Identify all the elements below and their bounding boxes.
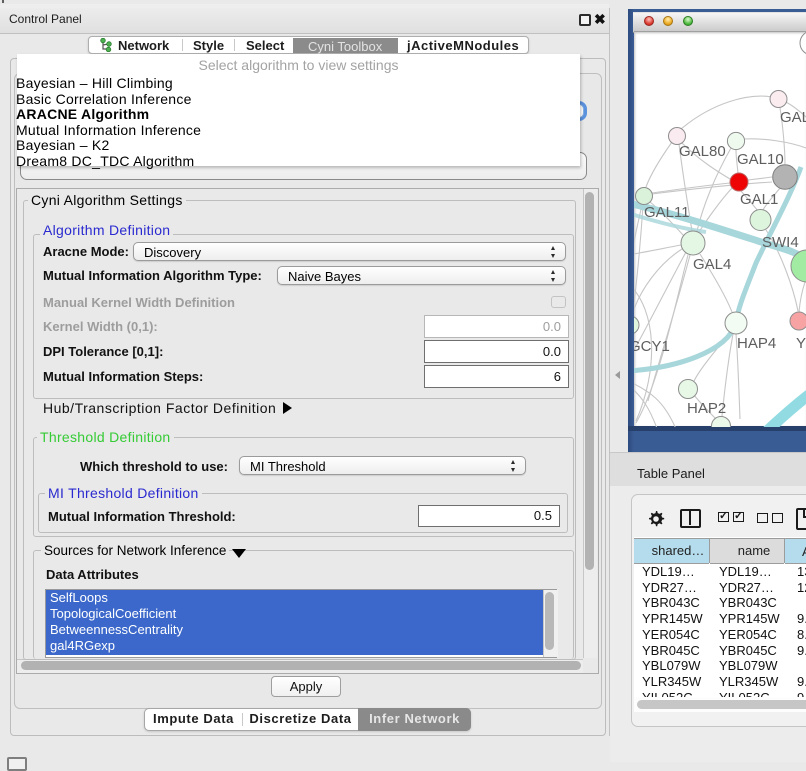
svg-text:GAL2: GAL2 bbox=[780, 109, 806, 126]
svg-text:HAP2: HAP2 bbox=[687, 400, 726, 417]
svg-text:GAL1: GAL1 bbox=[740, 191, 778, 208]
svg-text:YEL0: YEL0 bbox=[796, 335, 806, 352]
svg-text:GAL11: GAL11 bbox=[644, 204, 690, 221]
svg-text:GAL10: GAL10 bbox=[737, 151, 784, 168]
svg-text:HAP4: HAP4 bbox=[737, 335, 776, 352]
svg-text:GAL4: GAL4 bbox=[693, 256, 731, 273]
svg-text:GAL80: GAL80 bbox=[679, 143, 726, 160]
svg-text:GCY1: GCY1 bbox=[634, 338, 670, 355]
svg-text:SWI4: SWI4 bbox=[762, 234, 799, 251]
